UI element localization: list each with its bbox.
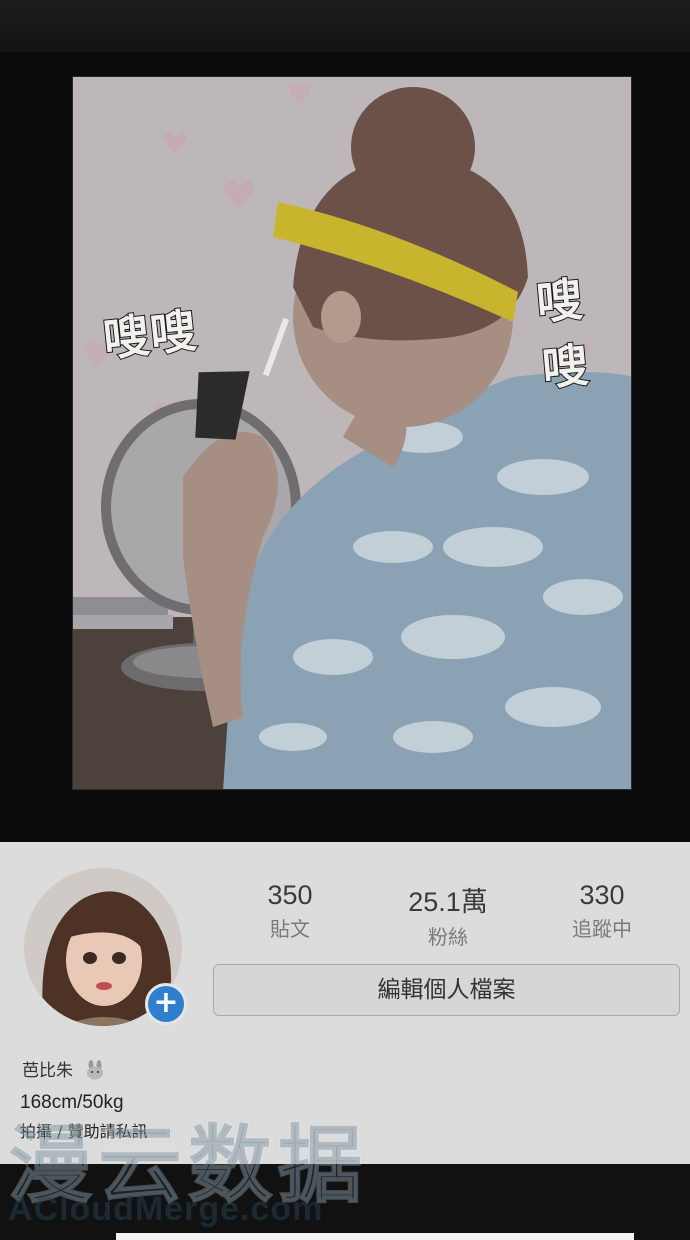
- following-label: 追蹤中: [572, 917, 632, 941]
- sfx-text-right: 嗖嗖: [533, 271, 592, 397]
- posts-label: 貼文: [270, 917, 310, 941]
- rabbit-emoji-icon: [84, 1060, 106, 1080]
- following-count: 330: [579, 880, 625, 910]
- stat-following[interactable]: 330 追蹤中: [532, 880, 672, 942]
- watermark-en: ACloudMerge.com: [8, 1190, 324, 1228]
- bottom-strip: [116, 1233, 634, 1240]
- sfx-text-left: 嗖嗖: [100, 302, 201, 368]
- comic-panel: 嗖嗖 嗖嗖: [72, 76, 632, 790]
- comic-illustration: [73, 77, 631, 789]
- stat-followers[interactable]: 25.1萬 粉絲: [378, 880, 518, 950]
- plus-icon: +: [153, 985, 179, 1020]
- profile-name-row: 芭比朱: [22, 1056, 106, 1081]
- posts-count: 350: [267, 880, 313, 910]
- stat-posts[interactable]: 350 貼文: [220, 880, 360, 942]
- followers-count: 25.1萬: [408, 887, 488, 917]
- profile-name: 芭比朱: [22, 1061, 73, 1081]
- edit-profile-button[interactable]: 編輯個人檔案: [213, 964, 680, 1016]
- add-story-button[interactable]: +: [145, 983, 187, 1025]
- followers-label: 粉絲: [428, 925, 468, 949]
- top-band: [0, 0, 690, 52]
